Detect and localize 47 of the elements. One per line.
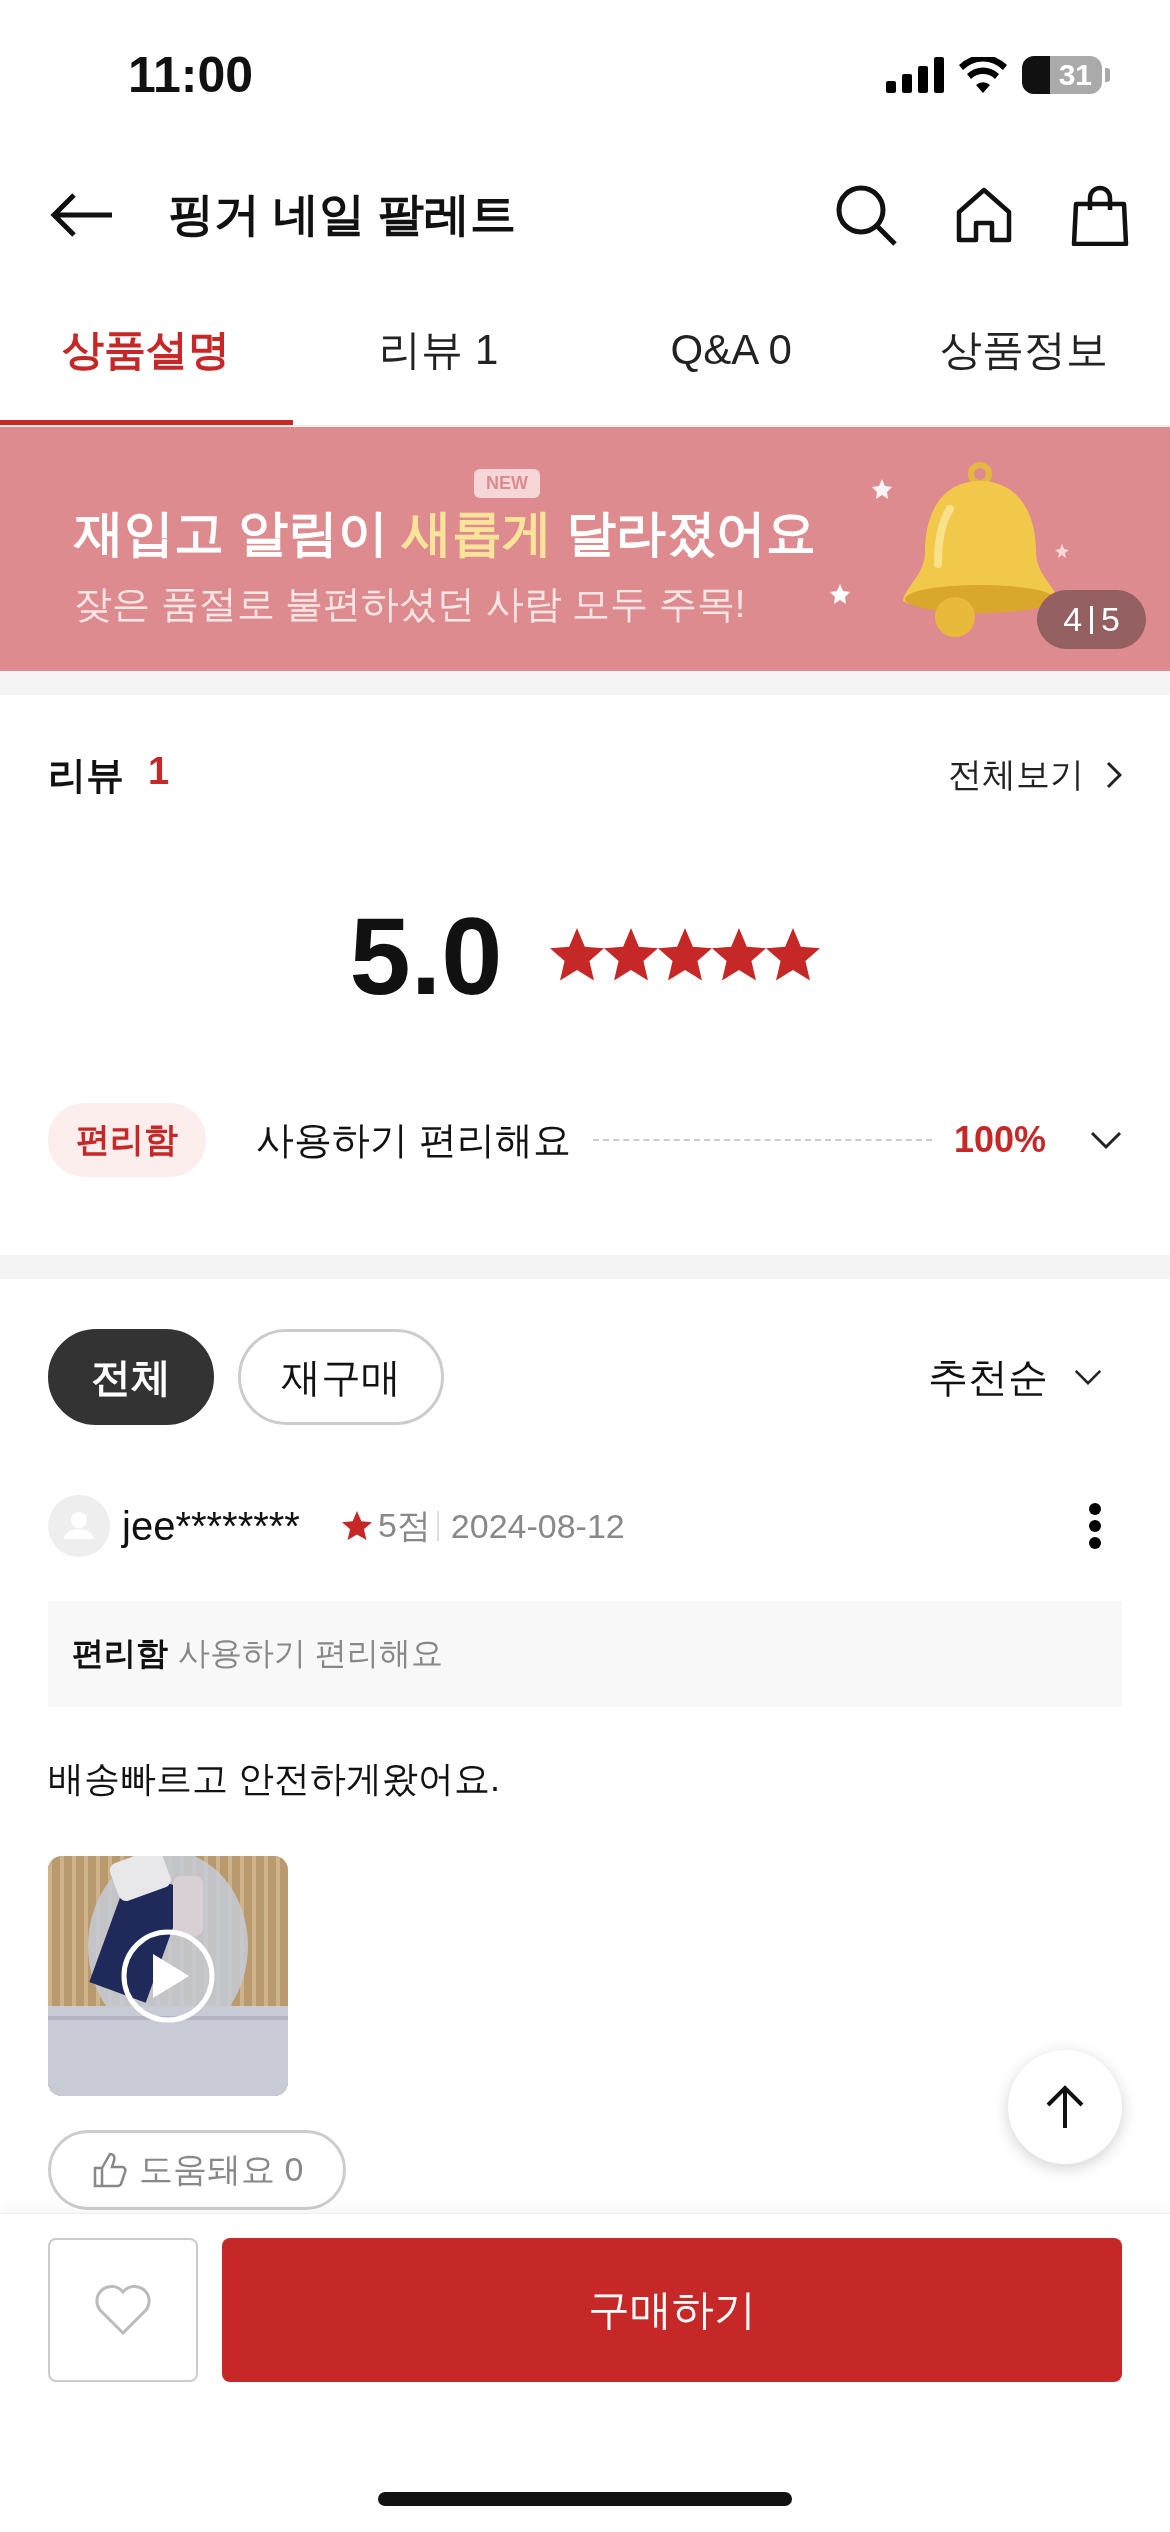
keyword-tag: 편리함 <box>72 1632 168 1676</box>
star-icon <box>341 1511 372 1541</box>
heart-icon <box>93 2283 153 2337</box>
banner-headline: 재입고 알림이 새롭게 달라졌어요 <box>74 503 816 563</box>
thumbs-up-icon <box>91 2152 127 2188</box>
new-badge: NEW <box>474 468 540 498</box>
review-date: 2024-08-12 <box>450 1506 625 1546</box>
star-icon <box>712 928 767 982</box>
more-icon[interactable] <box>1088 1503 1102 1549</box>
star-icon <box>604 928 659 982</box>
wifi-icon <box>958 57 1008 93</box>
review-rating: 5점 <box>377 1505 431 1546</box>
section-title: 리뷰 <box>48 752 124 798</box>
keyword-tag: 편리함 <box>48 1103 206 1177</box>
star-icon <box>766 928 821 982</box>
slide-counter: 4 5 <box>1037 590 1146 649</box>
home-icon[interactable] <box>954 185 1014 245</box>
keyword-text: 사용하기 편리해요 <box>256 1117 571 1163</box>
buy-button[interactable]: 구매하기 <box>222 2238 1122 2382</box>
helpful-button[interactable]: 도움돼요 0 <box>48 2130 347 2210</box>
status-time: 11:00 <box>128 46 254 104</box>
review-count: 1 <box>148 749 170 794</box>
page-title: 핑거 네일 팔레트 <box>168 187 517 242</box>
chevron-right-icon <box>1106 761 1122 789</box>
keyword-text: 사용하기 편리해요 <box>178 1634 443 1673</box>
back-arrow-icon[interactable] <box>50 193 114 237</box>
star-icon <box>550 928 605 982</box>
arrow-up-icon <box>1045 2084 1085 2130</box>
tab[interactable]: 리뷰 1 <box>292 280 585 425</box>
search-icon[interactable] <box>834 183 898 247</box>
banner-subtitle: 잦은 품절로 불편하셨던 사람 모두 주목! <box>74 581 746 627</box>
tab[interactable]: Q&A 0 <box>585 280 878 425</box>
filter-chip[interactable]: 재구매 <box>238 1329 444 1425</box>
tab[interactable]: 상품정보 <box>877 280 1170 425</box>
star-icon <box>658 928 713 982</box>
sort-dropdown[interactable]: 추천순 <box>928 1349 1122 1405</box>
view-all-link[interactable]: 전체보기 <box>948 752 1122 798</box>
keyword-percent: 100% <box>953 1119 1046 1161</box>
filter-chip[interactable]: 전체 <box>48 1329 214 1425</box>
reviewer-name: jee******** <box>122 1503 300 1549</box>
chevron-down-icon <box>1074 1368 1102 1386</box>
review-text: 배송빠르고 안전하게왔어요. <box>48 1757 500 1801</box>
average-score: 5.0 <box>349 892 503 1019</box>
chevron-down-icon[interactable] <box>1090 1130 1122 1150</box>
promo-banner[interactable]: NEW 재입고 알림이 새롭게 달라졌어요 잦은 품절로 불편하셨던 사람 모두 주목! 4 5 <box>0 427 1170 671</box>
shopping-bag-icon[interactable] <box>1070 184 1130 246</box>
signal-icon <box>886 57 944 93</box>
